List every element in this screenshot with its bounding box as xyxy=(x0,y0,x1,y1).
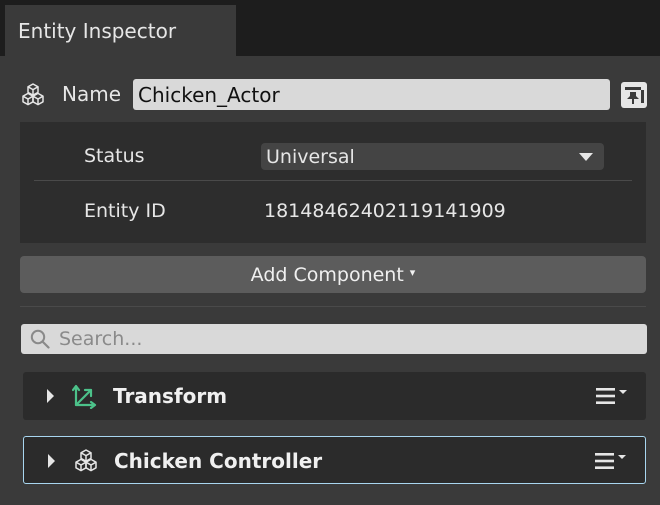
entity-inspector-window: Entity Inspector Name Status Universal xyxy=(0,0,660,505)
cube-icon xyxy=(75,449,97,472)
name-row: Name xyxy=(20,79,650,111)
name-label: Name xyxy=(62,82,122,106)
divider xyxy=(34,180,632,181)
separator xyxy=(20,306,646,307)
status-dropdown[interactable]: Universal xyxy=(261,143,604,170)
transform-icon xyxy=(72,384,97,409)
entity-id-label: Entity ID xyxy=(84,200,166,222)
tab-title: Entity Inspector xyxy=(18,18,177,43)
status-value: Universal xyxy=(266,145,355,168)
component-menu-icon[interactable] xyxy=(596,386,630,406)
expand-arrow-icon[interactable] xyxy=(48,454,55,468)
component-chicken-controller[interactable]: Chicken Controller xyxy=(23,436,646,484)
dropdown-arrow-icon xyxy=(579,153,593,161)
expand-arrow-icon[interactable] xyxy=(47,389,54,403)
component-title: Transform xyxy=(113,384,228,408)
component-search xyxy=(21,324,647,354)
search-input[interactable] xyxy=(59,324,639,354)
pin-icon[interactable] xyxy=(620,81,648,109)
entity-id-value: 18148462402119141909 xyxy=(264,200,506,222)
entity-properties-panel: Status Universal Entity ID 1814846240211… xyxy=(20,122,646,243)
add-component-label: Add Component xyxy=(250,263,404,286)
status-label: Status xyxy=(84,145,145,167)
component-transform[interactable]: Transform xyxy=(23,372,646,420)
tab-bar: Entity Inspector xyxy=(0,0,660,56)
caret-down-icon: ▾ xyxy=(409,266,416,279)
component-menu-icon[interactable] xyxy=(595,451,629,471)
entity-cube-icon xyxy=(22,83,44,106)
entity-name-input[interactable] xyxy=(133,79,610,110)
add-component-button[interactable]: Add Component ▾ xyxy=(20,256,646,293)
search-icon xyxy=(30,329,50,349)
tab-entity-inspector[interactable]: Entity Inspector xyxy=(5,5,236,56)
component-title: Chicken Controller xyxy=(114,449,323,473)
